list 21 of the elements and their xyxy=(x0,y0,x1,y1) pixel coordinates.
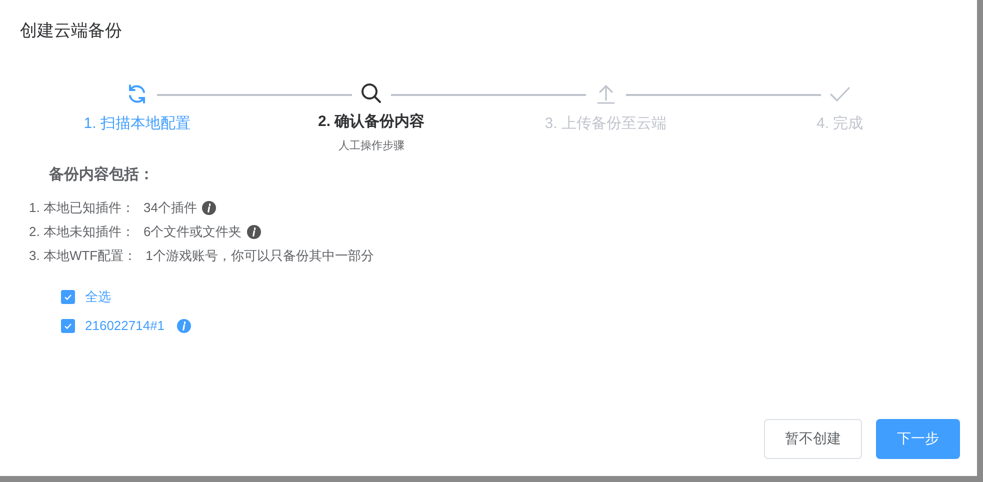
step-label: 4. 完成 xyxy=(816,114,864,133)
cancel-button[interactable]: 暂不创建 xyxy=(764,419,862,459)
item-label: 3. 本地WTF配置： xyxy=(29,247,137,265)
step-label: 1. 扫描本地配置 xyxy=(84,114,190,133)
info-icon[interactable] xyxy=(202,201,216,215)
item-label: 2. 本地未知插件： xyxy=(29,223,134,241)
item-value: 6个文件或文件夹 xyxy=(143,223,242,241)
step-label: 3. 上传备份至云端 xyxy=(544,114,666,133)
section-heading: 备份内容包括： xyxy=(48,165,155,184)
item-value: 1个游戏账号，你可以只备份其中一部分 xyxy=(146,247,374,265)
step-label: 2. 确认备份内容 xyxy=(318,112,425,131)
checkbox[interactable] xyxy=(61,290,75,304)
item-value: 34个插件 xyxy=(143,199,197,217)
step-description: 人工操作步骤 xyxy=(338,139,404,153)
info-icon[interactable] xyxy=(246,225,261,239)
item-label: 1. 本地已知插件： xyxy=(29,199,134,217)
checkbox-label[interactable]: 216022714#1 xyxy=(85,318,165,333)
next-button[interactable]: 下一步 xyxy=(876,419,960,459)
dialog-title: 创建云端备份 xyxy=(19,20,123,42)
checkbox-label[interactable]: 全选 xyxy=(85,288,111,306)
checkbox[interactable] xyxy=(61,318,75,332)
